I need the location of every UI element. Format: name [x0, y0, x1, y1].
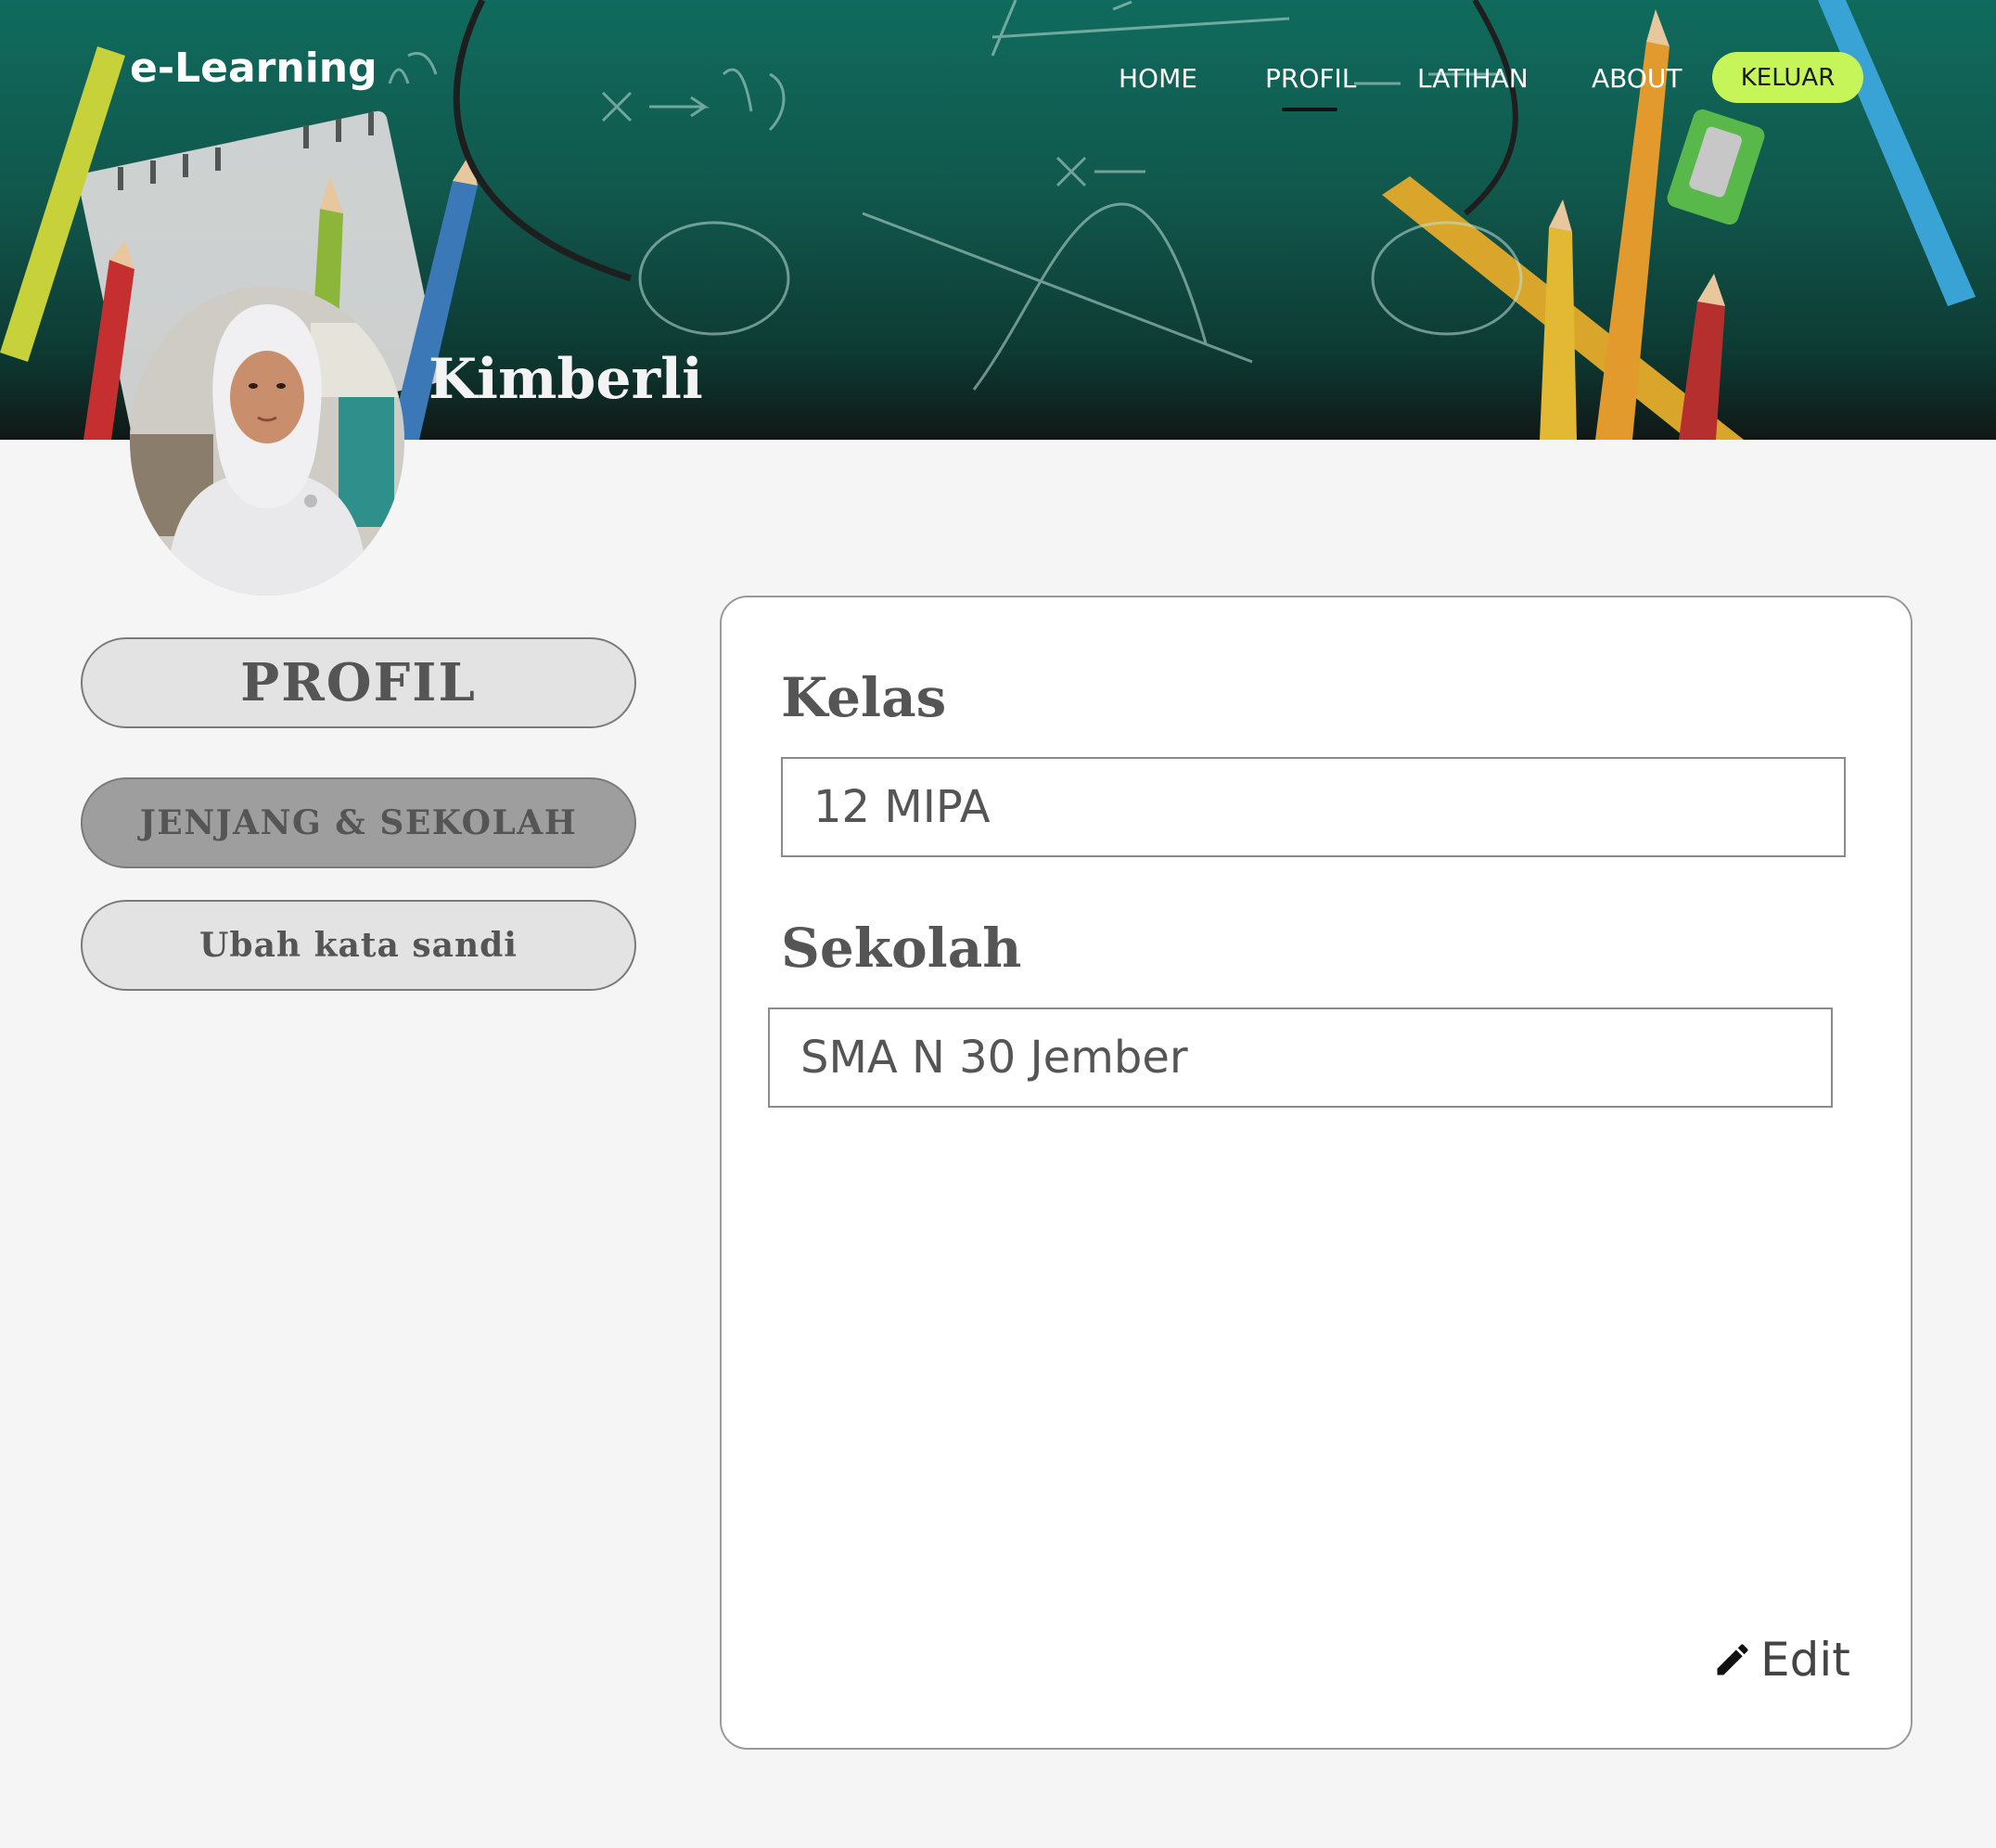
edit-button[interactable]: Edit — [1712, 1627, 1850, 1692]
nav-home[interactable]: HOME — [1119, 63, 1197, 94]
nav-about[interactable]: ABOUT — [1592, 63, 1683, 94]
kelas-field[interactable]: 12 MIPA — [781, 757, 1846, 857]
nav-latihan[interactable]: LATIHAN — [1417, 63, 1529, 94]
sekolah-label: Sekolah — [781, 917, 1022, 980]
kelas-label: Kelas — [781, 666, 947, 729]
sidebar-title-profil[interactable]: PROFIL — [81, 637, 636, 728]
profile-card: Kelas 12 MIPA Sekolah SMA N 30 Jember Ed… — [720, 596, 1913, 1750]
nav-profil[interactable]: PROFIL — [1265, 63, 1356, 111]
edit-label: Edit — [1760, 1633, 1850, 1687]
top-nav: HOME PROFIL LATIHAN ABOUT — [0, 56, 1996, 111]
user-photo-icon — [130, 286, 404, 596]
sidebar-item-jenjang-sekolah[interactable]: JENJANG & SEKOLAH — [81, 777, 636, 868]
user-name: Kimberli — [429, 347, 703, 412]
sidebar-item-ubah-kata-sandi[interactable]: Ubah kata sandi — [81, 900, 636, 991]
sekolah-field[interactable]: SMA N 30 Jember — [768, 1007, 1833, 1108]
logout-button[interactable]: KELUAR — [1712, 52, 1863, 103]
pencil-icon — [1717, 1644, 1748, 1675]
avatar[interactable] — [130, 286, 404, 596]
